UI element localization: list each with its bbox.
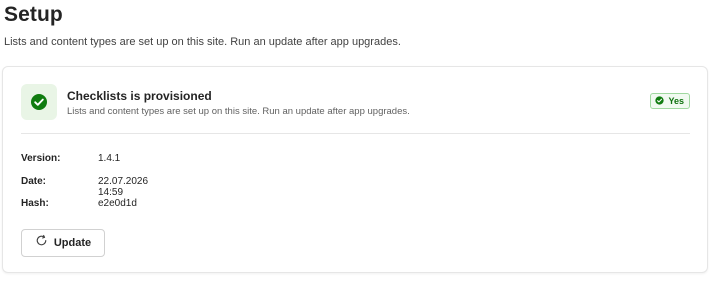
hash-label: Hash: [21,198,49,209]
status-description: Lists and content types are set up on th… [67,106,410,117]
status-badge: Yes [650,93,690,109]
page-title: Setup [4,3,63,26]
provisioning-card: Checklists is provisioned Lists and cont… [2,66,708,273]
update-button-label: Update [53,237,92,249]
hash-value: e2e0d1d [98,198,137,209]
checkmark-circle-icon [655,92,665,110]
refresh-icon [35,234,48,252]
date-value: 22.07.2026 14:59 [98,176,149,198]
status-badge-label: Yes [668,96,684,106]
setup-page: Setup Lists and content types are set up… [0,0,715,290]
date-label: Date: [21,176,47,187]
checkmark-circle-icon [30,93,48,111]
version-label: Version: [21,153,61,164]
card-divider [21,133,690,134]
page-subtitle: Lists and content types are set up on th… [4,36,401,48]
update-button[interactable]: Update [21,229,105,257]
status-icon-tile [21,84,57,120]
version-value: 1.4.1 [98,153,121,164]
status-title: Checklists is provisioned [67,89,212,103]
